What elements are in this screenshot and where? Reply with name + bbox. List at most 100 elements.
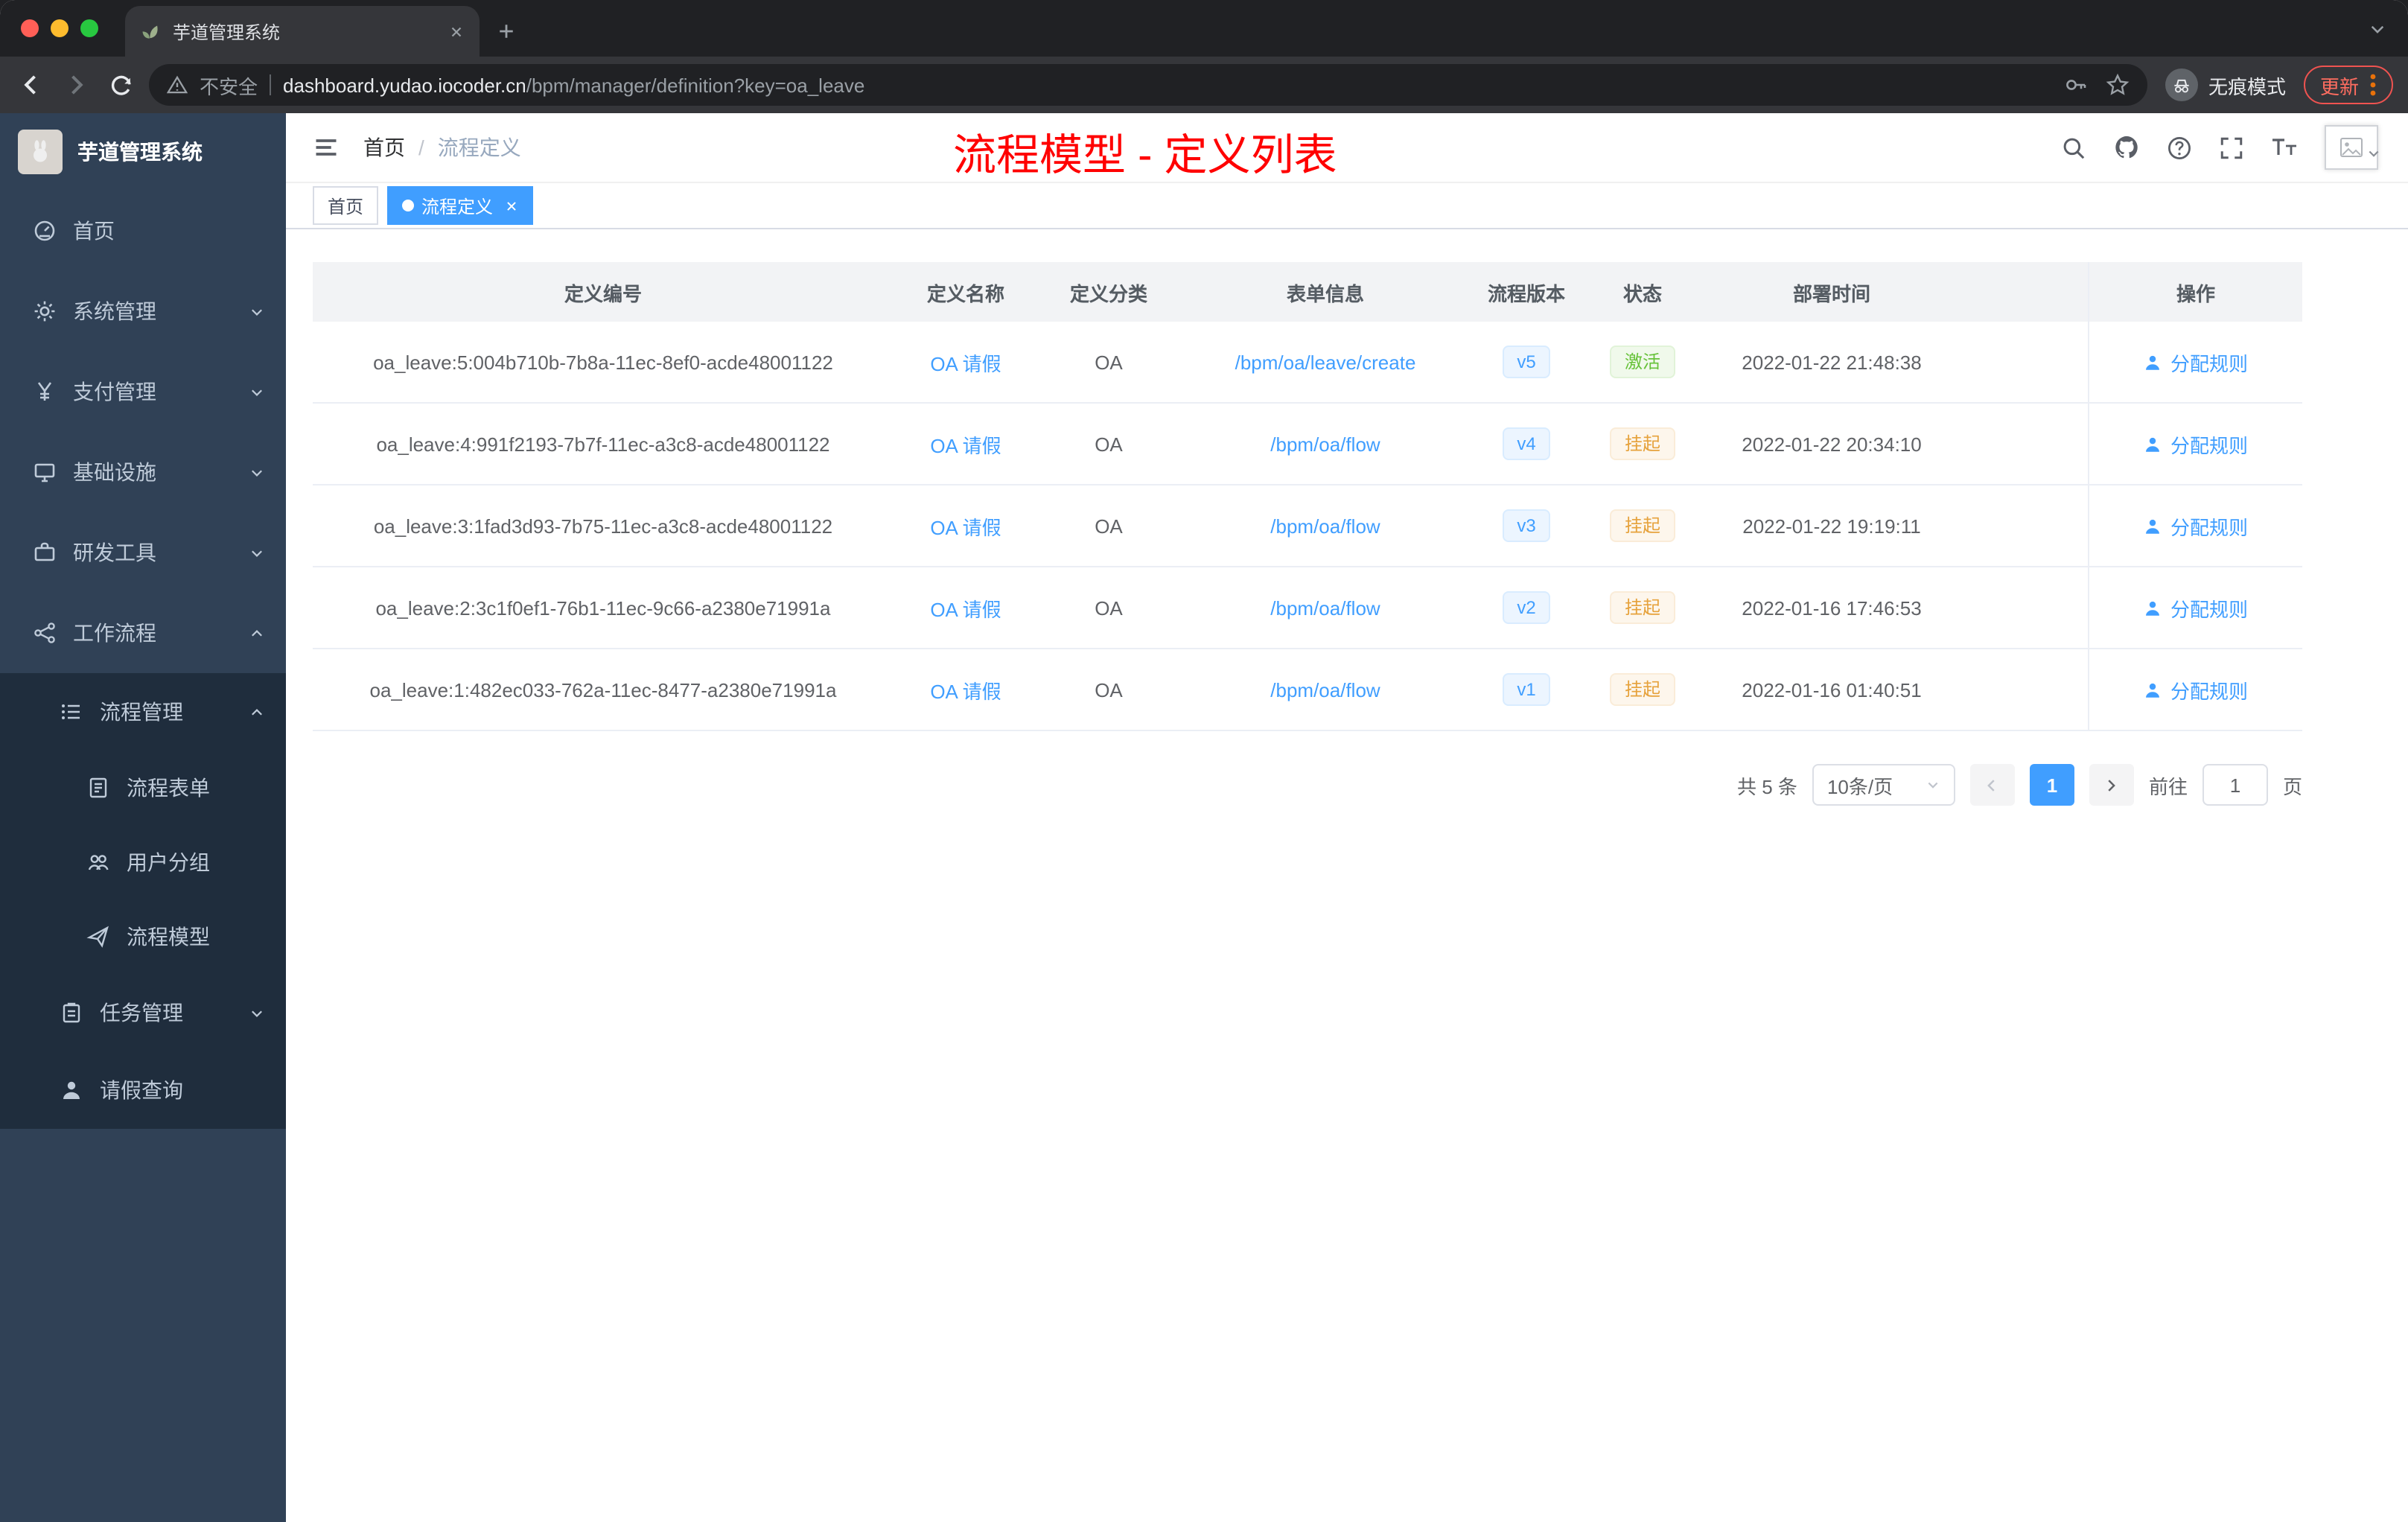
definition-category: OA (1095, 433, 1123, 455)
sidebar: 芋道管理系统 首页 系统管理 支付管理 基础设施 研发工具 工作流程 流程管理 … (0, 113, 286, 1522)
table-row: oa_leave:5:004b710b-7b8a-11ec-8ef0-acde4… (313, 322, 2302, 404)
table-row: oa_leave:3:1fad3d93-7b75-11ec-a3c8-acde4… (313, 485, 2302, 567)
yen-icon (33, 380, 57, 404)
security-label[interactable]: 不安全 (200, 71, 258, 99)
sidebar-item-process-form[interactable]: 流程表单 (0, 751, 286, 825)
sidebar-submenu-workflow: 流程管理 流程表单 用户分组 流程模型 任务管理 请假查询 (0, 673, 286, 1129)
document-icon (86, 776, 110, 800)
assign-rule-button[interactable]: 分配规则 (2144, 512, 2248, 540)
help-icon[interactable] (2167, 135, 2192, 160)
chrome-update-button[interactable]: 更新 (2303, 66, 2393, 104)
tab-search-chevron-icon[interactable] (2368, 19, 2408, 38)
tag-close-icon[interactable] (505, 199, 518, 212)
page-size-value: 10条/页 (1826, 775, 1893, 797)
definition-name-link[interactable]: OA 请假 (930, 348, 1001, 376)
sidebar-logo[interactable]: 芋道管理系统 (0, 113, 286, 191)
row-spacer (1960, 322, 2088, 402)
github-icon[interactable] (2113, 134, 2140, 161)
sidebar-item-label: 用户分组 (127, 850, 210, 874)
assign-rule-label: 分配规则 (2170, 434, 2248, 456)
sidebar-item-home[interactable]: 首页 (0, 191, 286, 271)
sidebar-item-process-management[interactable]: 流程管理 (0, 673, 286, 751)
row-spacer (1960, 485, 2088, 566)
prev-page-button[interactable] (1969, 764, 2015, 806)
sidebar-item-label: 流程管理 (100, 700, 183, 724)
browser-tab-strip: 芋道管理系统 (0, 0, 2408, 57)
form-info-link[interactable]: /bpm/oa/flow (1270, 433, 1380, 455)
tab-close-icon[interactable] (448, 23, 465, 39)
assign-rule-button[interactable]: 分配规则 (2144, 675, 2248, 704)
sidebar-item-workflow[interactable]: 工作流程 (0, 593, 286, 673)
sidebar-item-task-management[interactable]: 任务管理 (0, 974, 286, 1051)
definition-id: oa_leave:4:991f2193-7b7f-11ec-a3c8-acde4… (376, 433, 830, 455)
assign-rule-button[interactable]: 分配规则 (2144, 593, 2248, 622)
search-icon[interactable] (2061, 135, 2086, 160)
tag-active-dot (402, 200, 415, 211)
zoom-window-button[interactable] (80, 19, 98, 37)
dashboard-icon (33, 219, 57, 243)
deploy-time: 2022-01-16 01:40:51 (1742, 678, 1922, 701)
table-header-row: 定义编号 定义名称 定义分类 表单信息 流程版本 状态 部署时间 操作 (313, 262, 2302, 322)
chevron-down-icon (1926, 777, 1940, 792)
sidebar-item-dev-tools[interactable]: 研发工具 (0, 512, 286, 593)
definition-name-link[interactable]: OA 请假 (930, 675, 1001, 704)
form-info-link[interactable]: /bpm/oa/leave/create (1235, 351, 1416, 373)
pagination-total: 共 5 条 (1737, 775, 1797, 797)
url-text[interactable]: dashboard.yudao.iocoder.cn/bpm/manager/d… (283, 74, 864, 96)
address-bar[interactable]: 不安全 dashboard.yudao.iocoder.cn/bpm/manag… (149, 64, 2147, 106)
sidebar-item-system[interactable]: 系统管理 (0, 271, 286, 351)
sidebar-item-payment[interactable]: 支付管理 (0, 351, 286, 432)
breadcrumb-home[interactable]: 首页 (363, 133, 405, 162)
incognito-icon (2165, 69, 2198, 101)
form-info-link[interactable]: /bpm/oa/flow (1270, 678, 1380, 701)
form-info-link[interactable]: /bpm/oa/flow (1270, 596, 1380, 619)
definition-name-link[interactable]: OA 请假 (930, 430, 1001, 458)
browser-menu-icon[interactable] (2369, 73, 2377, 97)
security-warning-icon[interactable] (167, 74, 188, 95)
password-key-icon[interactable] (2064, 73, 2088, 97)
status-badge: 挂起 (1609, 591, 1675, 624)
goto-page-input[interactable] (2202, 764, 2268, 806)
new-tab-button[interactable] (485, 10, 527, 52)
fullscreen-icon[interactable] (2219, 135, 2244, 160)
caret-down-icon (2366, 146, 2381, 170)
page-size-select[interactable]: 10条/页 (1812, 764, 1955, 806)
workflow-icon (33, 621, 57, 645)
back-icon[interactable] (15, 69, 48, 101)
bookmark-star-icon[interactable] (2106, 73, 2130, 97)
close-window-button[interactable] (21, 19, 39, 37)
sidebar-item-leave-query[interactable]: 请假查询 (0, 1051, 286, 1129)
table-header: 操作 (2088, 262, 2302, 322)
tag-label: 首页 (328, 196, 364, 217)
breadcrumb: 首页 / 流程定义 (363, 133, 521, 162)
sidebar-item-process-model[interactable]: 流程模型 (0, 899, 286, 974)
macos-traffic-lights (0, 19, 119, 37)
next-page-button[interactable] (2089, 764, 2134, 806)
top-navbar: 首页 / 流程定义 流程模型 - 定义列表 (286, 113, 2408, 182)
definition-name-link[interactable]: OA 请假 (930, 593, 1001, 622)
tag-home[interactable]: 首页 (313, 186, 379, 225)
font-size-icon[interactable] (2271, 136, 2298, 159)
current-page-button[interactable]: 1 (2029, 764, 2074, 806)
hamburger-icon[interactable] (313, 134, 340, 161)
reload-icon[interactable] (104, 69, 137, 101)
status-badge: 激活 (1609, 346, 1675, 378)
goto-label: 前往 (2148, 775, 2188, 797)
browser-toolbar: 不安全 dashboard.yudao.iocoder.cn/bpm/manag… (0, 57, 2408, 113)
assign-rule-button[interactable]: 分配规则 (2144, 348, 2248, 376)
form-info-link[interactable]: /bpm/oa/flow (1270, 515, 1380, 537)
browser-tab[interactable]: 芋道管理系统 (125, 6, 480, 57)
row-spacer (1960, 404, 2088, 484)
minimize-window-button[interactable] (51, 19, 69, 37)
definition-name-link[interactable]: OA 请假 (930, 512, 1001, 540)
sidebar-item-user-group[interactable]: 用户分组 (0, 825, 286, 899)
sidebar-item-infrastructure[interactable]: 基础设施 (0, 432, 286, 512)
tag-process-definition[interactable]: 流程定义 (387, 186, 534, 225)
forward-icon[interactable] (60, 69, 92, 101)
table-header: 定义分类 (1069, 282, 1147, 305)
gear-icon (33, 299, 57, 323)
deploy-time: 2022-01-22 21:48:38 (1742, 351, 1922, 373)
assign-rule-button[interactable]: 分配规则 (2144, 430, 2248, 458)
user-menu[interactable] (2325, 125, 2381, 170)
omnibox-divider (270, 74, 272, 95)
